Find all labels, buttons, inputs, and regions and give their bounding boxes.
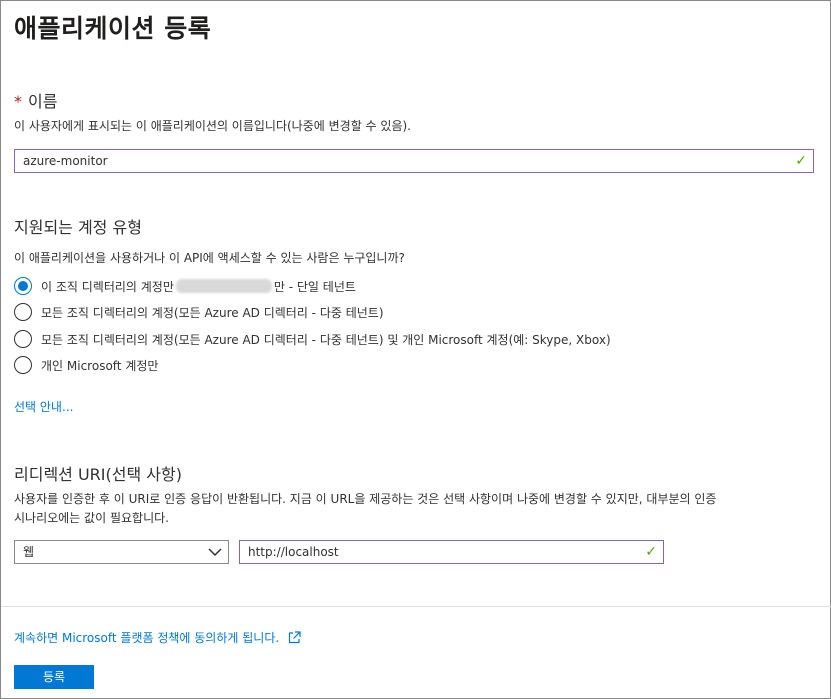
footer-divider: [1, 606, 831, 607]
name-input[interactable]: azure-monitor ✓: [14, 149, 814, 173]
name-description: 이 사용자에게 표시되는 이 애플리케이션의 이름입니다(나중에 변경할 수 있…: [14, 119, 411, 133]
radio-unselected-icon[interactable]: [14, 303, 32, 321]
platform-policy-text: 계속하면 Microsoft 플랫폼 정책에 동의하게 됩니다.: [14, 631, 280, 645]
redirect-uri-value: http://localhost: [248, 545, 339, 559]
radio-selected-icon[interactable]: [14, 277, 32, 295]
valid-check-icon: ✓: [795, 153, 807, 169]
radio-option-personal-only[interactable]: 개인 Microsoft 계정만: [14, 355, 158, 375]
redirect-description: 사용자를 인증한 후 이 URI로 인증 응답이 반환됩니다. 지금 이 URL…: [14, 490, 716, 528]
redirect-uri-title: 리디렉션 URI(선택 사항): [14, 465, 182, 484]
radio-option-multi-tenant-personal[interactable]: 모든 조직 디렉터리의 계정(모든 Azure AD 디렉터리 - 다중 테넌트…: [14, 329, 611, 349]
help-me-choose-link[interactable]: 선택 안내...: [14, 398, 73, 415]
account-types-title: 지원되는 계정 유형: [14, 218, 142, 237]
platform-policy-link[interactable]: 계속하면 Microsoft 플랫폼 정책에 동의하게 됩니다.: [14, 629, 301, 646]
name-label: * 이름: [14, 88, 57, 112]
valid-check-icon: ✓: [645, 544, 657, 560]
redirect-description-line1: 사용자를 인증한 후 이 URI로 인증 응답이 반환됩니다. 지금 이 URL…: [14, 492, 717, 506]
chevron-down-icon: [208, 548, 222, 557]
radio-option-multi-tenant[interactable]: 모든 조직 디렉터리의 계정(모든 Azure AD 디렉터리 - 다중 테넌트…: [14, 302, 384, 322]
radio-label-single-tenant-b: 만 - 단일 테넌트: [273, 279, 356, 294]
page-title: 애플리케이션 등록: [14, 14, 212, 43]
platform-select[interactable]: 웹: [14, 540, 229, 564]
radio-option-single-tenant[interactable]: 이 조직 디렉터리의 계정만 만 - 단일 테넌트: [14, 276, 356, 296]
name-input-value: azure-monitor: [23, 154, 108, 168]
platform-select-value: 웹: [23, 545, 35, 559]
account-types-question: 이 애플리케이션을 사용하거나 이 API에 액세스할 수 있는 사람은 누구입…: [14, 251, 405, 265]
required-marker: *: [14, 92, 22, 111]
radio-label-personal-only: 개인 Microsoft 계정만: [41, 358, 159, 373]
redacted-org-name: [175, 279, 272, 293]
radio-label-multi-tenant: 모든 조직 디렉터리의 계정(모든 Azure AD 디렉터리 - 다중 테넌트…: [41, 305, 384, 320]
radio-label-single-tenant-a: 이 조직 디렉터리의 계정만: [41, 279, 174, 294]
radio-label-multi-tenant-personal: 모든 조직 디렉터리의 계정(모든 Azure AD 디렉터리 - 다중 테넌트…: [41, 332, 611, 347]
radio-unselected-icon[interactable]: [14, 356, 32, 374]
redirect-description-line2: 시나리오에는 값이 필요합니다.: [14, 511, 169, 525]
redirect-uri-input[interactable]: http://localhost ✓: [239, 540, 664, 564]
external-link-icon: [288, 631, 301, 644]
register-button[interactable]: 등록: [14, 665, 94, 689]
app-registration-panel: 애플리케이션 등록 * 이름 이 사용자에게 표시되는 이 애플리케이션의 이름입…: [0, 0, 831, 699]
name-label-text: 이름: [28, 92, 58, 111]
radio-unselected-icon[interactable]: [14, 330, 32, 348]
